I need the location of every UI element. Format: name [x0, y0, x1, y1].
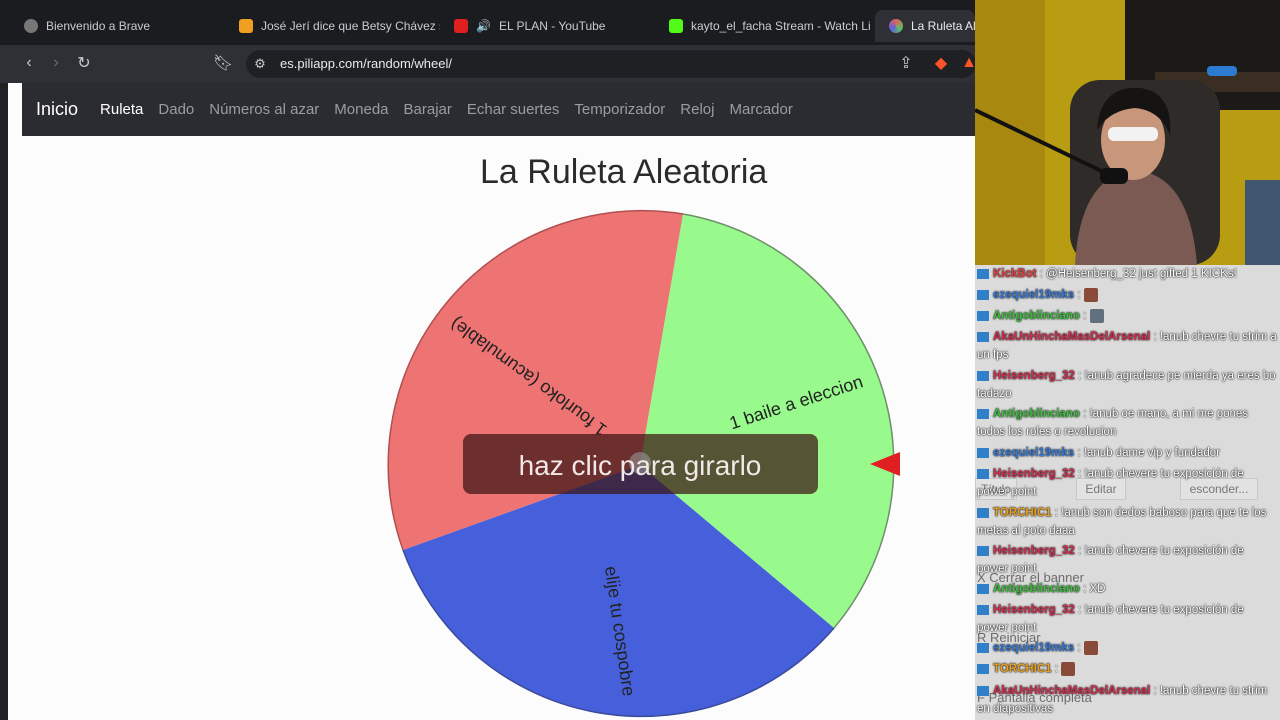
- chat-message: Antigoblinciano : XD: [977, 580, 1278, 598]
- emote-icon: [1089, 308, 1104, 323]
- badge-icon: [977, 583, 989, 594]
- chat-message: TORCHIC1 : !anub son dedos baboso para q…: [977, 504, 1278, 540]
- chat-text: :: [1054, 663, 1058, 675]
- chat-message: Antigoblinciano :: [977, 307, 1278, 325]
- wall-shadow: [975, 0, 1045, 265]
- badge-icon: [977, 663, 989, 674]
- chat-username[interactable]: Heisenberg_32: [993, 468, 1075, 480]
- badge-icon: [977, 604, 989, 615]
- badge-icon: [977, 545, 989, 556]
- chat-message: Heisenberg_32 : !anub chevere tu exposic…: [977, 542, 1278, 578]
- badge-icon: [977, 642, 989, 653]
- chat-message: AkaUnHinchaMasDelArsenal : !anub chevre …: [977, 328, 1278, 364]
- chat-username[interactable]: ezequiel19mks: [993, 642, 1074, 654]
- badge-icon: [977, 310, 989, 321]
- blue-device: [1207, 66, 1237, 76]
- chat-message: AkaUnHinchaMasDelArsenal : !anub chevre …: [977, 682, 1278, 718]
- screen: Bienvenido a Brave José Jerí dice que Be…: [0, 0, 1280, 720]
- chat-text: : !anub dame vip y fundador: [1077, 447, 1220, 459]
- spin-prompt-text[interactable]: haz clic para girarlo: [519, 450, 762, 481]
- chat-username[interactable]: Heisenberg_32: [993, 604, 1075, 616]
- badge-icon: [977, 468, 989, 479]
- chat-username[interactable]: Heisenberg_32: [993, 370, 1075, 382]
- chat-username[interactable]: TORCHIC1: [993, 507, 1052, 519]
- chat-username[interactable]: AkaUnHinchaMasDelArsenal: [993, 331, 1150, 343]
- badge-icon: [977, 268, 989, 279]
- sunglasses: [1108, 127, 1158, 141]
- badge-icon: [977, 331, 989, 342]
- badge-icon: [977, 685, 989, 696]
- badge-icon: [977, 447, 989, 458]
- chat-username[interactable]: Antigoblinciano: [993, 408, 1080, 420]
- chat-message: ezequiel19mks :: [977, 286, 1278, 304]
- badge-icon: [977, 370, 989, 381]
- chat-text: :: [1077, 289, 1081, 301]
- emote-icon: [1083, 287, 1098, 302]
- badge-icon: [977, 408, 989, 419]
- chat-message: Heisenberg_32 : !anub agradece pe mierda…: [977, 367, 1278, 403]
- chat-username[interactable]: Antigoblinciano: [993, 310, 1080, 322]
- chat-username[interactable]: AkaUnHinchaMasDelArsenal: [993, 685, 1150, 697]
- chat-message: ezequiel19mks : !anub dame vip y fundado…: [977, 444, 1278, 462]
- badge-icon: [977, 507, 989, 518]
- chat-text: :: [1083, 310, 1087, 322]
- badge-icon: [977, 289, 989, 300]
- chat-message: Heisenberg_32 : !anub chevere tu exposic…: [977, 601, 1278, 637]
- chat-message: Antigoblinciano : !anub oe mano, a mi me…: [977, 405, 1278, 441]
- chat-text: : XD: [1083, 583, 1106, 595]
- webcam-overlay: [975, 0, 1280, 265]
- window-light: [1245, 180, 1280, 265]
- chat-username[interactable]: ezequiel19mks: [993, 289, 1074, 301]
- microphone: [1100, 168, 1128, 184]
- chat-message: Heisenberg_32 : !anub chevere tu exposic…: [977, 465, 1278, 501]
- chat-text: :: [1077, 642, 1081, 654]
- chat-username[interactable]: ezequiel19mks: [993, 447, 1074, 459]
- chat-message: KickBot : @Heisenberg_32 just gifted 1 K…: [977, 265, 1278, 283]
- chat-message: ezequiel19mks :: [977, 639, 1278, 657]
- chat-text: : @Heisenberg_32 just gifted 1 KICKs!: [1039, 268, 1237, 280]
- chat-username[interactable]: Heisenberg_32: [993, 545, 1075, 557]
- chat-username[interactable]: Antigoblinciano: [993, 583, 1080, 595]
- webcam-scene: [975, 0, 1280, 265]
- chat-username[interactable]: KickBot: [993, 268, 1036, 280]
- chat-message: TORCHIC1 :: [977, 660, 1278, 678]
- emote-icon: [1061, 661, 1076, 676]
- chat-username[interactable]: TORCHIC1: [993, 663, 1052, 675]
- emote-icon: [1083, 640, 1098, 655]
